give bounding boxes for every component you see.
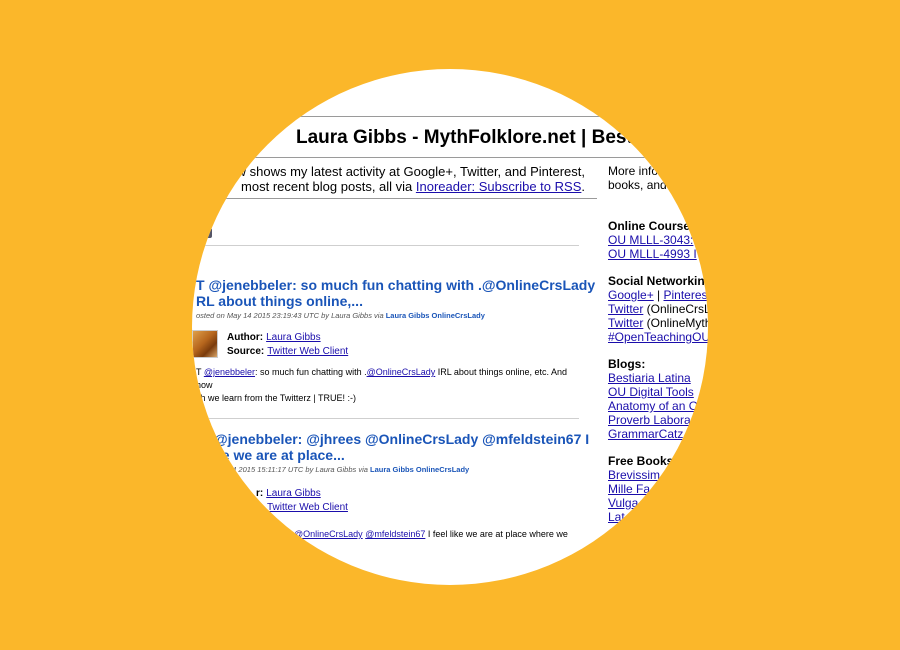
post-title-line: T @jenebbeler: so much fun chatting with… [196,277,596,293]
feed-post: @jenebbeler: @jhrees @OnlineCrsLady @mfe… [214,431,609,541]
page-title: Laura Gibbs - MythFolklore.net | BestLat… [296,127,667,148]
sidebar-blogs: Blogs: Bestiaria Latina OU Digital Tools… [608,357,698,441]
post-meta-text: 14 2015 15:11:17 UTC by Laura Gibbs via [228,465,371,474]
social-row: Google+ | Pinteres [608,288,708,302]
hashtag-link[interactable]: #OpenTeachingOU [608,330,708,344]
author-block: Author: Laura Gibbs Source: Twitter Web Cl… [192,330,591,360]
post-body-text: T [196,367,204,377]
author-row: Author: Laura Gibbs [227,332,321,343]
mention-link[interactable]: @OnlineCrsLady [294,529,363,539]
post-divider [196,418,579,419]
inoreader-subscribe-link[interactable]: Inoreader: Subscribe to RSS [416,179,581,194]
sidebar-free-books: Free Books Brevissim Mille Fa Vulga Lat [608,454,673,524]
sidebar-online-courses: Online Course OU MLLL-3043: OU MLLL-4993… [608,219,697,261]
sidebar-info-line: books, and [608,178,667,192]
pinterest-link[interactable]: Pinteres [664,288,708,302]
author-link[interactable]: Laura Gibbs [266,332,320,343]
post-via-link[interactable]: Laura Gibbs OnlineCrsLady [370,465,469,474]
post-title-line: RL about things online,... [196,293,363,309]
author-avatar [192,330,218,358]
post-title-link[interactable]: T @jenebbeler: so much fun chatting with… [196,277,596,309]
book-link[interactable]: Brevissim [608,468,673,482]
post-body-text: ch we learn from the Twitterz | TRUE! :-… [196,393,357,403]
post-meta-text: osted on May 14 2015 23:19:43 UTC by Lau… [196,311,386,320]
sidebar-info-line: More info [608,164,659,178]
author-label: r: [256,488,264,499]
source-link[interactable]: Twitter Web Client [267,346,348,357]
post-title-line: @jenebbeler: @jhrees @OnlineCrsLady @mfe… [214,431,590,447]
google-plus-link[interactable]: Google+ [608,288,654,302]
author-link[interactable]: Laura Gibbs [266,488,320,499]
twitter-handle: (OnlineMyth [643,316,708,330]
course-link[interactable]: OU MLLL-4993 I [608,247,697,261]
book-link[interactable]: Vulga [608,496,673,510]
post-meta: 14 2015 15:11:17 UTC by Laura Gibbs via … [228,465,609,474]
intro-line-2-text: most recent blog posts, all via [241,179,416,194]
sidebar-intro: More info books, and [608,164,667,192]
blog-link[interactable]: Proverb Labora [608,413,698,427]
twitter-handle: (OnlineCrsL [643,302,708,316]
author-row: r: Laura Gibbs [256,488,321,499]
social-row: Twitter (OnlineMyth [608,316,708,330]
twitter-link[interactable]: Twitter [608,316,643,330]
top-divider [196,116,708,117]
post-meta: osted on May 14 2015 23:19:43 UTC by Lau… [196,311,591,320]
social-row: Twitter (OnlineCrsL [608,302,708,316]
sidebar-heading: Blogs: [608,357,646,371]
feed-post: T @jenebbeler: so much fun chatting with… [192,277,596,405]
feed-icon [204,228,212,238]
post-body-text: : so much fun chatting with . [255,367,367,377]
sidebar-heading: Free Books [608,454,674,468]
mention-link[interactable]: @OnlineCrsLady [367,367,436,377]
author-block: r: Laura Gibbs Twitter Web Client [214,484,609,514]
blog-link[interactable]: GrammarCatz [608,427,698,441]
book-link[interactable]: Mille Fa [608,482,673,496]
source-link[interactable]: Twitter Web Client [267,502,348,513]
post-via-link[interactable]: Laura Gibbs OnlineCrsLady [386,311,485,320]
feed-divider [196,245,579,246]
intro-line-1: w shows my latest activity at Google+, T… [236,164,585,179]
course-link[interactable]: OU MLLL-3043: [608,233,697,247]
book-link[interactable]: Lat [608,510,673,524]
source-row: Twitter Web Client [267,502,348,513]
post-body: @OnlineCrsLady @mfeldstein67 I feel like… [294,528,684,541]
post-body: T @jenebbeler: so much fun chatting with… [196,366,586,405]
spotlight-circle: Laura Gibbs - MythFolklore.net | BestLat… [192,69,708,585]
twitter-link[interactable]: Twitter [608,302,643,316]
blog-link[interactable]: OU Digital Tools [608,385,698,399]
source-row: Source: Twitter Web Client [227,346,348,357]
sidebar-heading: Online Course [608,219,691,233]
author-label: Author: [227,332,264,343]
mention-link[interactable]: @jenebbeler [204,367,255,377]
intro-divider [196,198,597,199]
sidebar-social: Social Networkin Google+ | Pinteres Twit… [608,274,708,344]
separator: | [653,288,664,302]
blog-link[interactable]: Bestiaria Latina [608,371,698,385]
intro-line-2: most recent blog posts, all via Inoreade… [200,179,585,194]
sidebar-heading: Social Networkin [608,274,705,288]
post-body-text: I feel like we are at place where we [425,529,568,539]
intro-text: w shows my latest activity at Google+, T… [200,164,585,194]
webpage: Laura Gibbs - MythFolklore.net | BestLat… [192,69,708,585]
mention-link[interactable]: @mfeldstein67 [365,529,425,539]
title-divider [196,157,708,158]
post-title-line: ke we are at place... [214,447,345,463]
post-title-link[interactable]: @jenebbeler: @jhrees @OnlineCrsLady @mfe… [214,431,609,463]
source-label: Source: [227,346,265,357]
intro-line-2-period: . [581,179,585,194]
blog-link[interactable]: Anatomy of an O [608,399,698,413]
